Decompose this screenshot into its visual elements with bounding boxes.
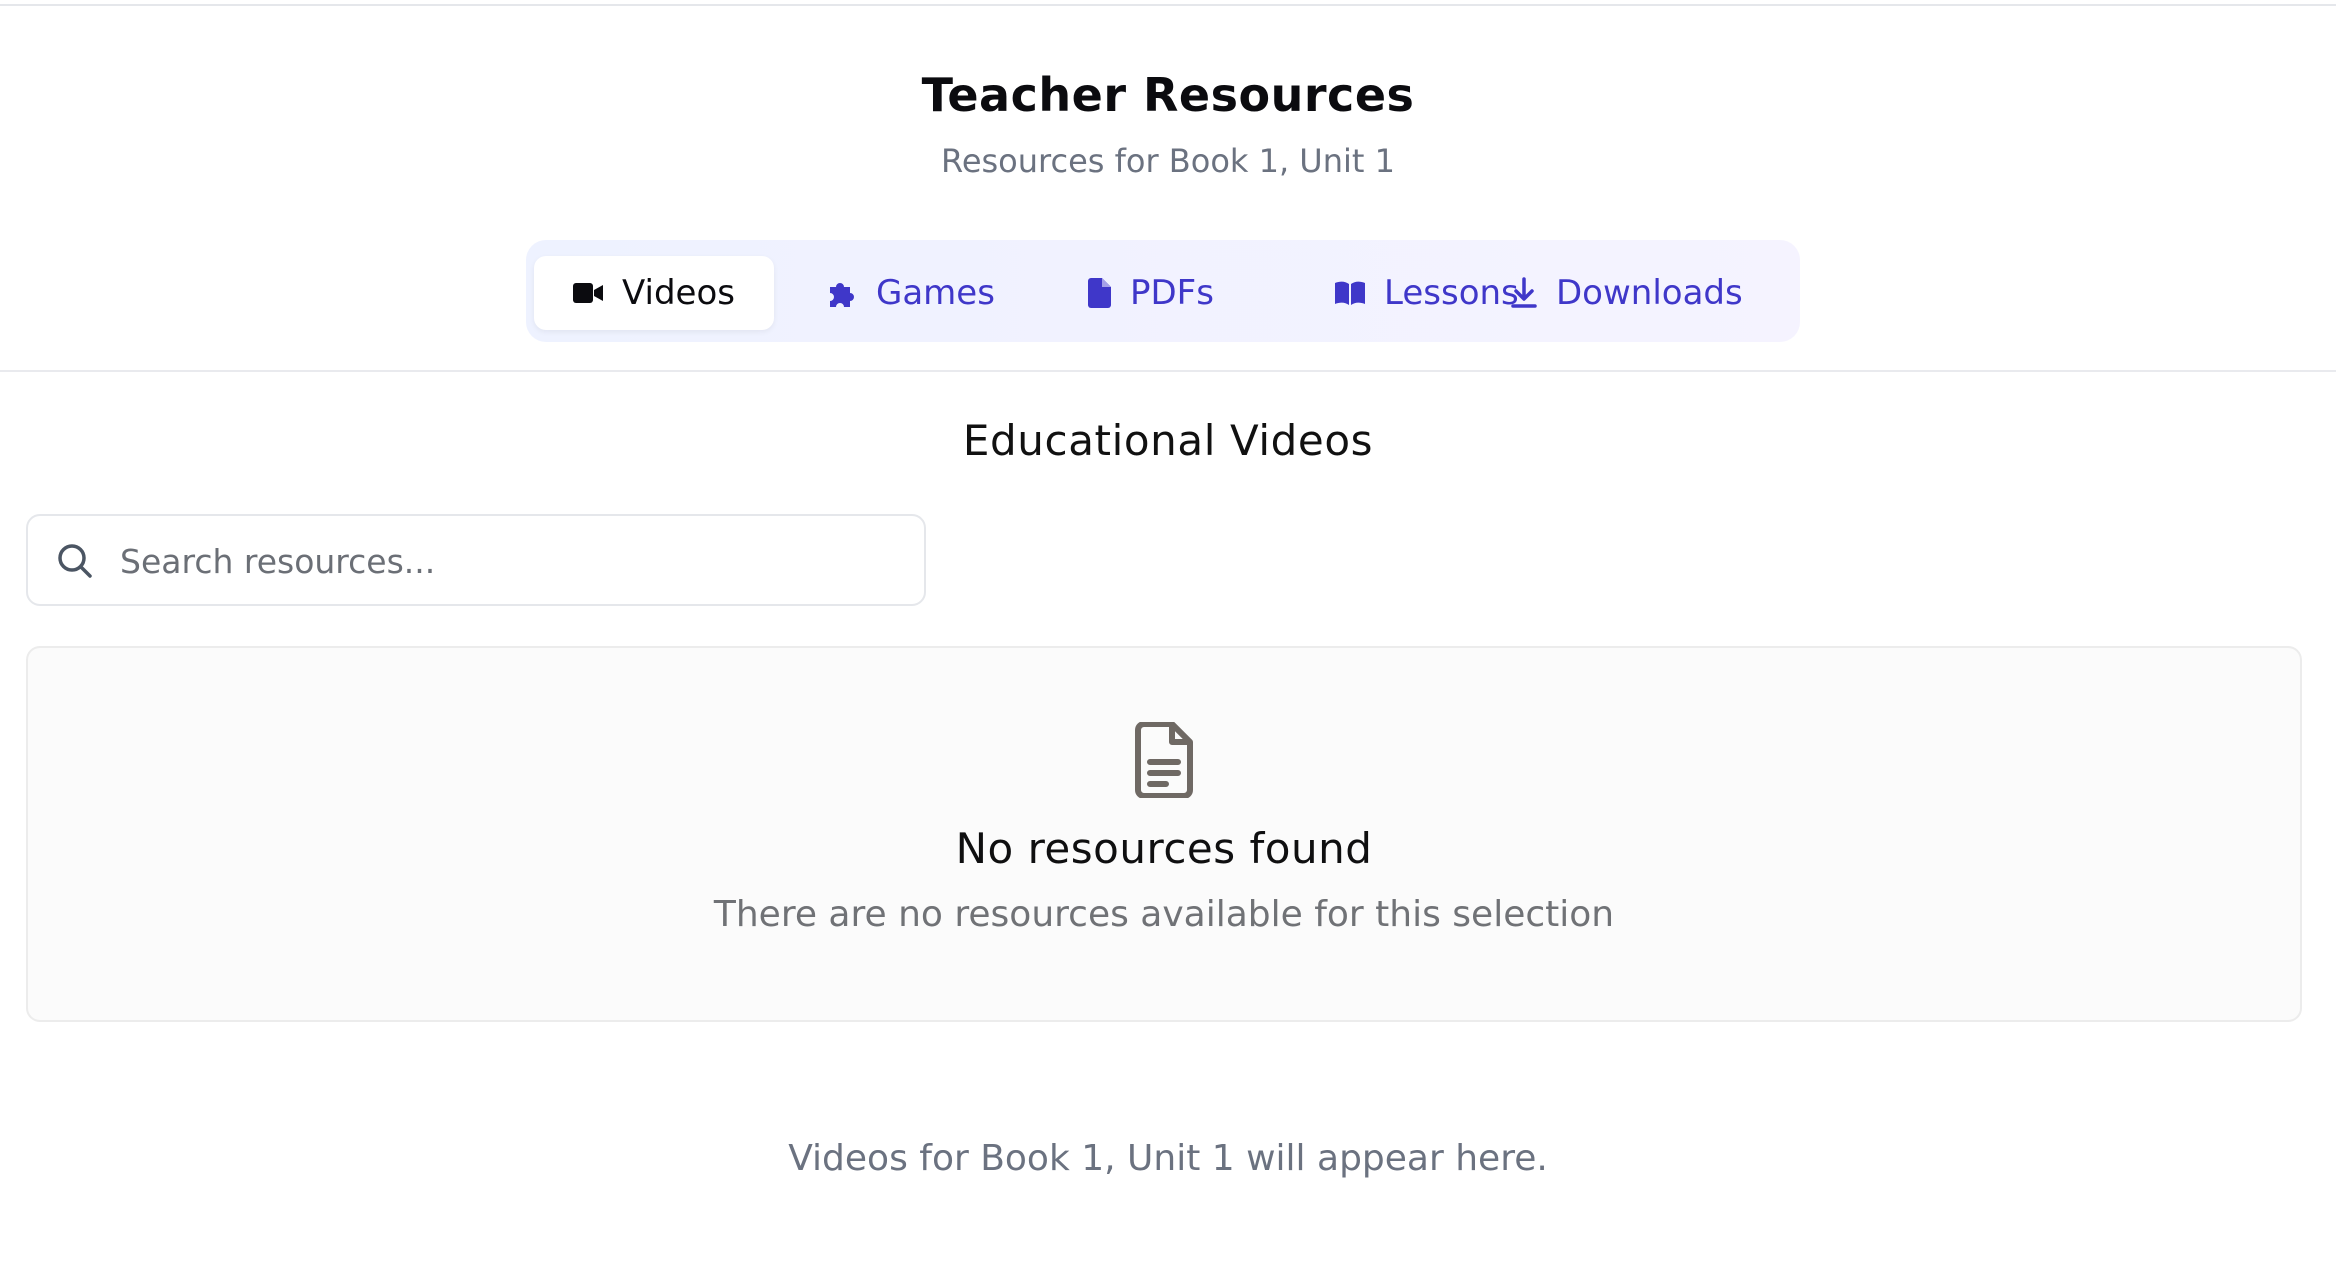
book-open-icon bbox=[1334, 280, 1366, 306]
resource-tabs: Videos Games PDFs Lessons Downloads bbox=[526, 240, 1800, 342]
section-title: Educational Videos bbox=[962, 416, 1374, 465]
search-box bbox=[26, 514, 926, 606]
tab-videos[interactable]: Videos bbox=[534, 256, 774, 330]
search-icon bbox=[56, 542, 94, 584]
tab-label: Games bbox=[876, 273, 995, 313]
file-icon bbox=[1086, 277, 1112, 309]
page-title: Teacher Resources bbox=[921, 68, 1415, 122]
footer-note: Videos for Book 1, Unit 1 will appear he… bbox=[788, 1138, 1548, 1179]
tab-games[interactable]: Games bbox=[788, 256, 1038, 330]
tab-label: PDFs bbox=[1130, 273, 1214, 313]
empty-state-title: No resources found bbox=[955, 824, 1373, 873]
page-header: Teacher Resources Resources for Book 1, … bbox=[0, 6, 2336, 372]
video-camera-icon bbox=[572, 281, 604, 305]
download-icon bbox=[1510, 277, 1538, 309]
tab-downloads[interactable]: Downloads bbox=[1472, 256, 1792, 330]
tab-label: Downloads bbox=[1556, 273, 1743, 313]
file-text-icon bbox=[1132, 721, 1196, 802]
empty-state-card: No resources found There are no resource… bbox=[26, 646, 2302, 1022]
page-subtitle: Resources for Book 1, Unit 1 bbox=[941, 142, 1395, 180]
empty-state-description: There are no resources available for thi… bbox=[713, 894, 1615, 935]
tab-label: Videos bbox=[622, 273, 735, 313]
teacher-resources-page: Teacher Resources Resources for Book 1, … bbox=[0, 0, 2336, 1264]
puzzle-icon bbox=[826, 277, 858, 309]
tab-pdfs[interactable]: PDFs bbox=[1048, 256, 1288, 330]
search-input[interactable] bbox=[120, 526, 900, 596]
